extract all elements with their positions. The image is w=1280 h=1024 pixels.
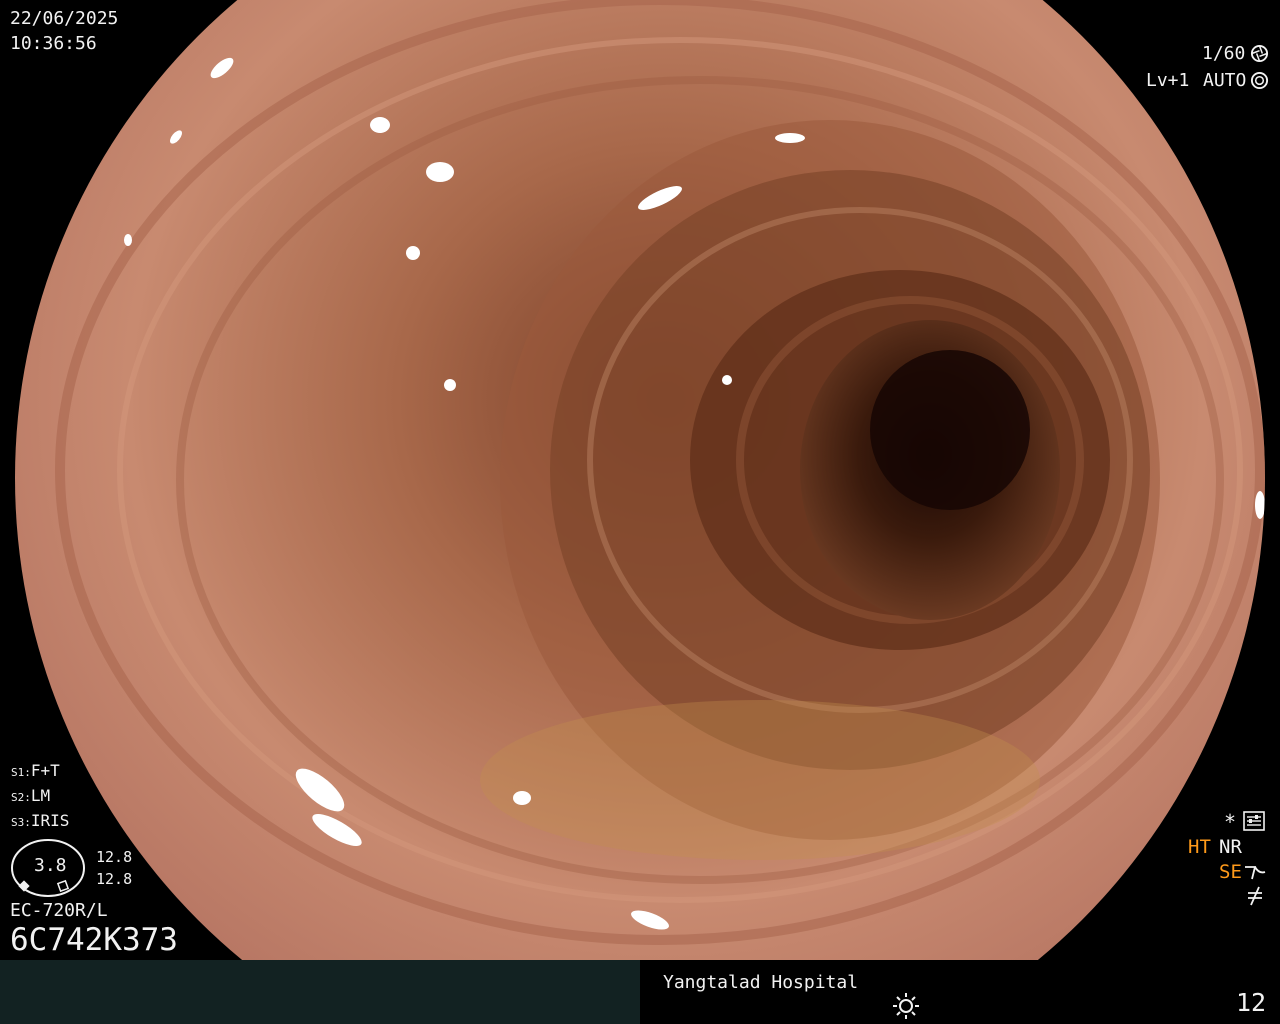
serial-number: 6C742K373 <box>10 922 178 958</box>
gauge-top-value: 12.8 <box>96 848 133 866</box>
date-label: 22/06/2025 <box>10 8 119 29</box>
filter-icon <box>1248 886 1262 906</box>
ht-label: HT <box>1188 836 1211 858</box>
settings-icon <box>1243 811 1265 831</box>
s2-value: LM <box>30 786 51 805</box>
iris-mode-label: AUTO <box>1203 70 1247 91</box>
s1-row: S1:F+T <box>11 761 60 780</box>
bottom-status-bar: Yangtalad Hospital 12 <box>0 960 1280 1024</box>
brightness-icon <box>893 993 919 1019</box>
s1-value: F+T <box>30 761 60 780</box>
s3-row: S3:IRIS <box>11 811 70 830</box>
hospital-name: Yangtalad Hospital <box>663 972 859 993</box>
time-label: 10:36:56 <box>10 33 97 54</box>
aperture-icon <box>1250 44 1269 63</box>
gauge-value: 3.8 <box>34 855 67 876</box>
colon-wall <box>15 0 1265 960</box>
endoscopic-image <box>0 0 1280 960</box>
shutter-label: 1/60 <box>1202 43 1246 64</box>
se-label: SE <box>1219 861 1242 883</box>
level-label: Lv+1 <box>1146 70 1190 91</box>
s3-value: IRIS <box>30 811 70 830</box>
asterisk-icon: * <box>1224 810 1237 834</box>
nr-label: NR <box>1219 836 1242 858</box>
iris-icon <box>1250 71 1269 90</box>
gauge-bottom-value: 12.8 <box>96 870 133 888</box>
image-number: 12 <box>1236 988 1267 1017</box>
s2-row: S2:LM <box>11 786 51 805</box>
scope-model-label: EC-720R/L <box>10 900 108 921</box>
enhance-curve-icon <box>1245 866 1266 880</box>
bottom-bar-left-panel <box>0 960 640 1024</box>
